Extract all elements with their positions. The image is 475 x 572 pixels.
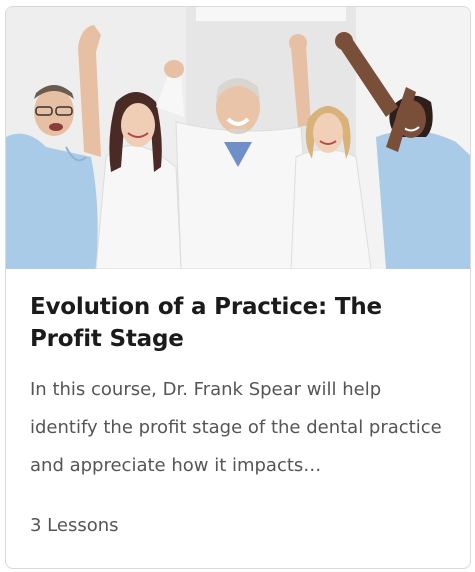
course-card[interactable]: Evolution of a Practice: The Profit Stag… <box>5 6 471 569</box>
card-body: Evolution of a Practice: The Profit Stag… <box>6 269 470 485</box>
course-title[interactable]: Evolution of a Practice: The Profit Stag… <box>30 291 446 355</box>
course-photo <box>6 7 470 269</box>
page: Evolution of a Practice: The Profit Stag… <box>0 0 475 572</box>
lesson-count: 3 Lessons <box>30 515 119 536</box>
course-image[interactable] <box>6 7 470 269</box>
course-description: In this course, Dr. Frank Spear will hel… <box>30 379 442 476</box>
